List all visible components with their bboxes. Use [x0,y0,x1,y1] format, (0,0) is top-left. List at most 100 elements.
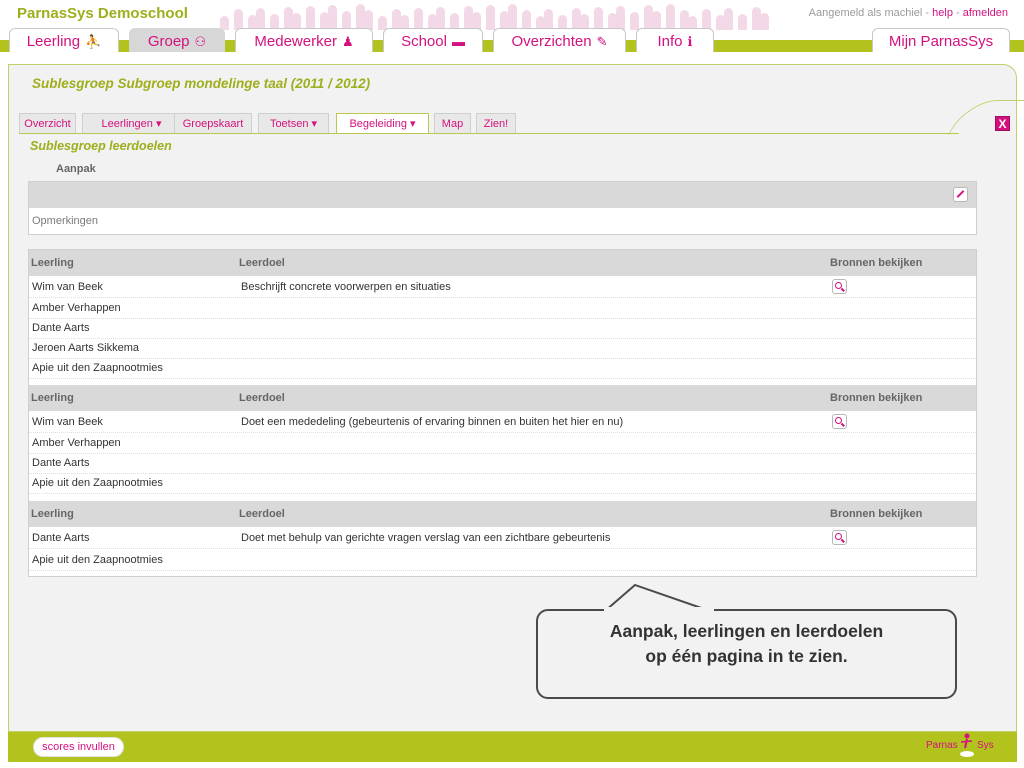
paperclip-icon: ✎ [596,34,608,49]
aanpak-bar [29,182,976,208]
tab-medewerker[interactable]: Medewerker ♟ [235,28,373,52]
page-title: Sublesgroep Subgroep mondelinge taal (20… [32,76,371,91]
top-bar: ParnasSys Demoschool Aangemeld als machi… [0,0,1024,52]
subtab-leerlingen[interactable]: Leerlingen ▾ [82,113,181,133]
tab-label: Overzichten [511,33,592,50]
leerdoel-text: Beschrijft concrete voorwerpen en situat… [241,281,451,293]
subtab-label: Toetsen [269,118,309,130]
student-name: Apie uit den Zaapnootmies [32,477,163,489]
table-row: Dante Aarts Doet met behulp van gerichte… [29,528,976,549]
column-header-leerdoel: Leerdoel [239,257,285,269]
logo-text-left: Parnas [926,740,958,751]
leerdoelen-table: Leerling Leerdoel Bronnen bekijken Wim v… [28,249,977,577]
table-row: Wim van Beek Beschrijft concrete voorwer… [29,277,976,298]
subtab-zien[interactable]: Zien! [476,113,516,133]
callout-line-2: op één pagina in te zien. [645,646,848,666]
subtab-groepskaart[interactable]: Groepskaart [174,113,252,133]
opmerkingen-label: Opmerkingen [32,215,99,227]
tab-label: Info [657,33,683,50]
tab-label: Medewerker [254,33,337,50]
column-header-leerling: Leerling [31,508,74,520]
column-header-bronnen: Bronnen bekijken [830,508,923,520]
logo-figure-icon [960,733,974,757]
student-name: Amber Verhappen [32,437,121,449]
subtab-label: Leerlingen [101,118,153,130]
tab-label: Groep [147,33,190,50]
table-header: Leerling Leerdoel Bronnen bekijken [29,501,976,527]
link-separator: - [952,7,963,19]
crowd-figure [544,9,553,30]
chevron-down-icon: ▾ [410,118,416,130]
info-icon: ℹ [687,34,693,49]
person-icon: ♟ [341,34,354,49]
subtab-label: Map [441,118,464,130]
tab-overzichten[interactable]: Overzichten ✎ [493,28,626,52]
leerdoel-text: Doet met behulp van gerichte vragen vers… [241,532,611,544]
magnifier-icon[interactable] [832,279,847,294]
footer-bar [8,732,1017,762]
crowd-figure [486,5,495,30]
tab-label: School [401,33,447,50]
crowd-figure [724,8,733,30]
crowd-figure [306,6,315,30]
table-row: Apie uit den Zaapnootmies [29,473,976,494]
crowd-figure [414,8,423,30]
student-name: Amber Verhappen [32,302,121,314]
column-header-leerdoel: Leerdoel [239,392,285,404]
chevron-down-icon: ▾ [311,118,318,130]
callout-line-1: Aanpak, leerlingen en leerdoelen [609,621,884,641]
logo-text-right: Sys [977,740,994,751]
tab-label: Leerling [26,33,81,50]
school-name: ParnasSys Demoschool [17,5,188,22]
table-row: Dante Aarts [29,318,976,339]
student-name: Jeroen Aarts Sikkema [32,342,139,354]
student-name: Dante Aarts [32,457,90,469]
column-header-bronnen: Bronnen bekijken [830,257,923,269]
magnifier-icon[interactable] [832,530,847,545]
section-title: Sublesgroep leerdoelen [30,139,172,153]
subtab-label: Zien! [483,118,509,130]
tab-leerling[interactable]: Leerling ⛹ [9,28,119,52]
table-row: Apie uit den Zaapnootmies [29,550,976,571]
tab-groep[interactable]: Groep ⚇ [129,28,225,52]
table-row: Amber Verhappen [29,433,976,454]
help-link[interactable]: help [932,7,953,19]
edit-icon[interactable] [953,187,968,202]
subtab-begeleiding[interactable]: Begeleiding ▾ [336,113,429,134]
subtab-label: Groepskaart [182,118,244,130]
tab-info[interactable]: Info ℹ [636,28,714,52]
tab-school[interactable]: School ▬ [383,28,483,52]
student-name: Wim van Beek [32,416,103,428]
subtab-map[interactable]: Map [434,113,471,133]
table-header: Leerling Leerdoel Bronnen bekijken [29,250,976,276]
close-button[interactable]: X [995,116,1010,131]
subtab-overzicht[interactable]: Overzicht [19,113,76,133]
person-run-icon: ⛹ [85,34,102,49]
scores-invullen-button[interactable]: scores invullen [33,737,124,757]
subtab-toetsen[interactable]: Toetsen ▾ [258,113,329,133]
chevron-down-icon: ▾ [155,118,162,130]
logout-link[interactable]: afmelden [963,7,1008,19]
crowd-figure [616,6,625,30]
parnassys-logo: Parnas Sys [926,733,996,759]
crowd-figure [666,4,675,30]
crowd-figure [508,4,517,30]
crowd-figure [364,10,373,30]
group-icon: ⚇ [194,34,207,49]
subtab-label: Begeleiding [349,118,407,130]
magnifier-icon[interactable] [832,414,847,429]
column-header-leerling: Leerling [31,257,74,269]
crowd-figure [630,12,639,30]
student-name: Wim van Beek [32,281,103,293]
column-header-bronnen: Bronnen bekijken [830,392,923,404]
table-row: Jeroen Aarts Sikkema [29,338,976,359]
aanpak-panel: Opmerkingen [28,181,977,235]
login-text: Aangemeld als machiel - [808,7,933,19]
table-row: Wim van Beek Doet een mededeling (gebeur… [29,412,976,433]
tab-mijn-parnassys[interactable]: Mijn ParnasSys [872,28,1010,52]
school-icon: ▬ [451,34,465,49]
table-row: Amber Verhappen [29,298,976,319]
crowd-figure [702,9,711,30]
crowd-figure [594,7,603,30]
subtab-underline [19,133,959,134]
